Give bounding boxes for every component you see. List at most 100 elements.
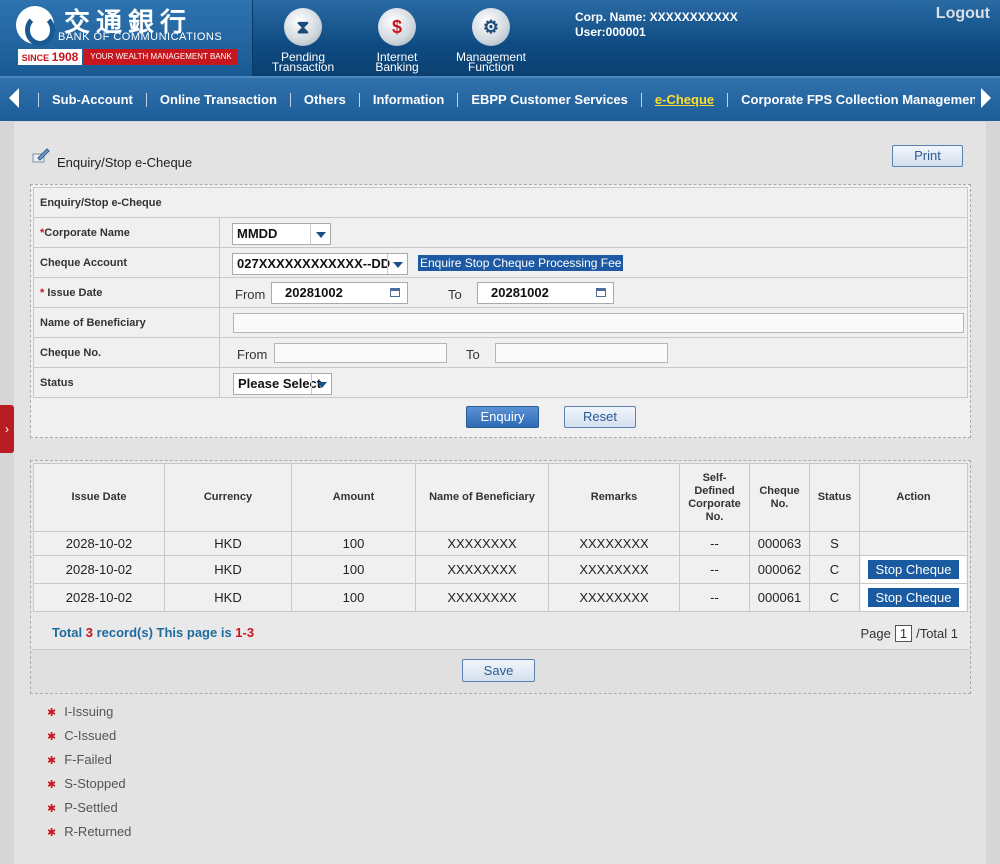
- internet-banking-button[interactable]: $ Internet Banking: [352, 8, 442, 74]
- chevron-down-icon: [311, 374, 331, 394]
- stop-cheque-button[interactable]: Stop Cheque: [867, 560, 960, 579]
- corporate-name-select[interactable]: MMDD: [232, 223, 331, 245]
- corp-name: Corp. Name: XXXXXXXXXXX: [575, 10, 738, 24]
- col-issue-date: Issue Date: [33, 463, 165, 532]
- cheque-account-value: 027XXXXXXXXXXXX--DD: [237, 256, 391, 271]
- internet-banking-label-2: Banking: [375, 60, 419, 74]
- cheque-no-to-input[interactable]: [495, 343, 668, 363]
- side-expand-tab[interactable]: ›: [0, 405, 14, 453]
- cheque-account-select[interactable]: 027XXXXXXXXXXXX--DD: [232, 253, 408, 275]
- corporate-name-value: MMDD: [237, 226, 278, 241]
- since-label: SINCE: [21, 53, 50, 63]
- cell-status: C: [809, 555, 860, 584]
- issue-date-to-label: To: [448, 287, 462, 302]
- asterisk-icon: ✱: [47, 755, 57, 767]
- col-corp-no: Self-Defined Corporate No.: [679, 463, 750, 532]
- status-select[interactable]: Please Select: [233, 373, 332, 395]
- enquire-fee-link[interactable]: Enquire Stop Cheque Processing Fee: [418, 255, 624, 271]
- cell-date: 2028-10-02: [33, 583, 165, 612]
- nav-item-others[interactable]: Others: [289, 92, 359, 107]
- issue-date-from-input[interactable]: 20281002: [271, 282, 408, 304]
- nav-item-e-cheque[interactable]: e-Cheque: [640, 92, 727, 107]
- pending-transaction-label-2: Transaction: [271, 60, 335, 74]
- cell-cheque-no: 000063: [749, 531, 810, 556]
- col-action: Action: [859, 463, 968, 532]
- legend-item: ✱ C-Issued: [47, 728, 117, 743]
- pending-transaction-button[interactable]: ⧗ Pending Transaction: [258, 8, 348, 74]
- nav-scroll-left-icon[interactable]: [9, 88, 19, 108]
- table-row: 2028-10-02 HKD 100 XXXXXXXX XXXXXXXX -- …: [33, 583, 968, 612]
- enquiry-button[interactable]: Enquiry: [466, 406, 539, 428]
- bank-name-en: BANK OF COMMUNICATIONS: [58, 31, 223, 43]
- cell-beneficiary: XXXXXXXX: [415, 555, 549, 584]
- asterisk-icon: ✱: [47, 803, 57, 815]
- legend-item: ✱ P-Settled: [47, 800, 118, 815]
- issue-date-to-value: 20281002: [491, 285, 549, 300]
- main-nav: Sub-Account Online Transaction Others In…: [0, 76, 1000, 121]
- asterisk-icon: ✱: [47, 731, 57, 743]
- total-records: Total 3 record(s) This page is 1-3: [52, 625, 254, 640]
- page-title: Enquiry/Stop e-Cheque: [57, 155, 193, 170]
- cell-date: 2028-10-02: [33, 555, 165, 584]
- enquiry-form: Enquiry/Stop e-Cheque *Corporate Name MM…: [30, 184, 971, 438]
- issue-date-label: * Issue Date: [33, 277, 220, 308]
- issue-date-to-input[interactable]: 20281002: [477, 282, 614, 304]
- calendar-icon[interactable]: [390, 288, 400, 297]
- cell-currency: HKD: [164, 583, 292, 612]
- cell-action: Stop Cheque: [859, 583, 968, 612]
- legend-item: ✱ R-Returned: [47, 824, 132, 839]
- cell-remarks: XXXXXXXX: [548, 583, 680, 612]
- beneficiary-input[interactable]: [233, 313, 964, 333]
- cheque-no-from-input[interactable]: [274, 343, 447, 363]
- nav-item-online-transaction[interactable]: Online Transaction: [145, 92, 290, 107]
- chevron-right-icon: ›: [5, 422, 9, 436]
- corporate-name-label: *Corporate Name: [33, 217, 220, 248]
- col-beneficiary: Name of Beneficiary: [415, 463, 549, 532]
- status-label: Status: [33, 367, 220, 398]
- table-row: 2028-10-02 HKD 100 XXXXXXXX XXXXXXXX -- …: [33, 531, 968, 556]
- page-number-input[interactable]: 1: [894, 625, 913, 642]
- cell-amount: 100: [291, 531, 416, 556]
- management-function-button[interactable]: ⚙ Management Function: [446, 8, 536, 73]
- nav-item-fps-collection[interactable]: Corporate FPS Collection Management S: [727, 92, 975, 107]
- asterisk-icon: ✱: [47, 779, 57, 791]
- result-table: Issue Date Currency Amount Name of Benef…: [33, 463, 968, 612]
- gears-icon: ⚙: [472, 8, 510, 46]
- logout-link[interactable]: Logout: [936, 5, 990, 23]
- nav-item-information[interactable]: Information: [358, 92, 458, 107]
- status-value: Please Select: [238, 376, 322, 391]
- pagination: Page 1/Total 1: [860, 625, 958, 642]
- col-status: Status: [809, 463, 860, 532]
- col-remarks: Remarks: [548, 463, 680, 532]
- cell-beneficiary: XXXXXXXX: [415, 583, 549, 612]
- legend-item: ✱ F-Failed: [47, 752, 112, 767]
- chevron-down-icon: [387, 254, 407, 274]
- cell-corp-no: --: [679, 531, 750, 556]
- hourglass-icon: ⧗: [284, 8, 322, 46]
- nav-scroll-right-icon[interactable]: [981, 88, 991, 108]
- cell-currency: HKD: [164, 531, 292, 556]
- cheque-no-label: Cheque No.: [33, 337, 220, 368]
- since-badge: SINCE 1908: [18, 49, 82, 65]
- asterisk-icon: ✱: [47, 707, 57, 719]
- nav-item-sub-account[interactable]: Sub-Account: [38, 92, 146, 107]
- stop-cheque-button[interactable]: Stop Cheque: [867, 588, 960, 607]
- result-panel: Issue Date Currency Amount Name of Benef…: [30, 460, 971, 694]
- total-mid: record(s) This page is: [96, 625, 232, 640]
- user-id: User:000001: [575, 25, 646, 39]
- total-prefix: Total: [52, 625, 83, 640]
- result-footer: Save: [31, 649, 970, 693]
- cell-remarks: XXXXXXXX: [548, 555, 680, 584]
- bank-logo-icon: [16, 6, 55, 46]
- cell-remarks: XXXXXXXX: [548, 531, 680, 556]
- nav-item-ebpp[interactable]: EBPP Customer Services: [457, 92, 641, 107]
- reset-button[interactable]: Reset: [564, 406, 636, 428]
- cell-action: [859, 531, 968, 556]
- top-header: 交通銀行 BANK OF COMMUNICATIONS SINCE 1908 Y…: [0, 0, 1000, 76]
- print-button[interactable]: Print: [892, 145, 963, 167]
- total-range: 1-3: [235, 625, 255, 640]
- cheque-no-to-label: To: [466, 347, 480, 362]
- save-button[interactable]: Save: [462, 659, 535, 682]
- cell-beneficiary: XXXXXXXX: [415, 531, 549, 556]
- calendar-icon[interactable]: [596, 288, 606, 297]
